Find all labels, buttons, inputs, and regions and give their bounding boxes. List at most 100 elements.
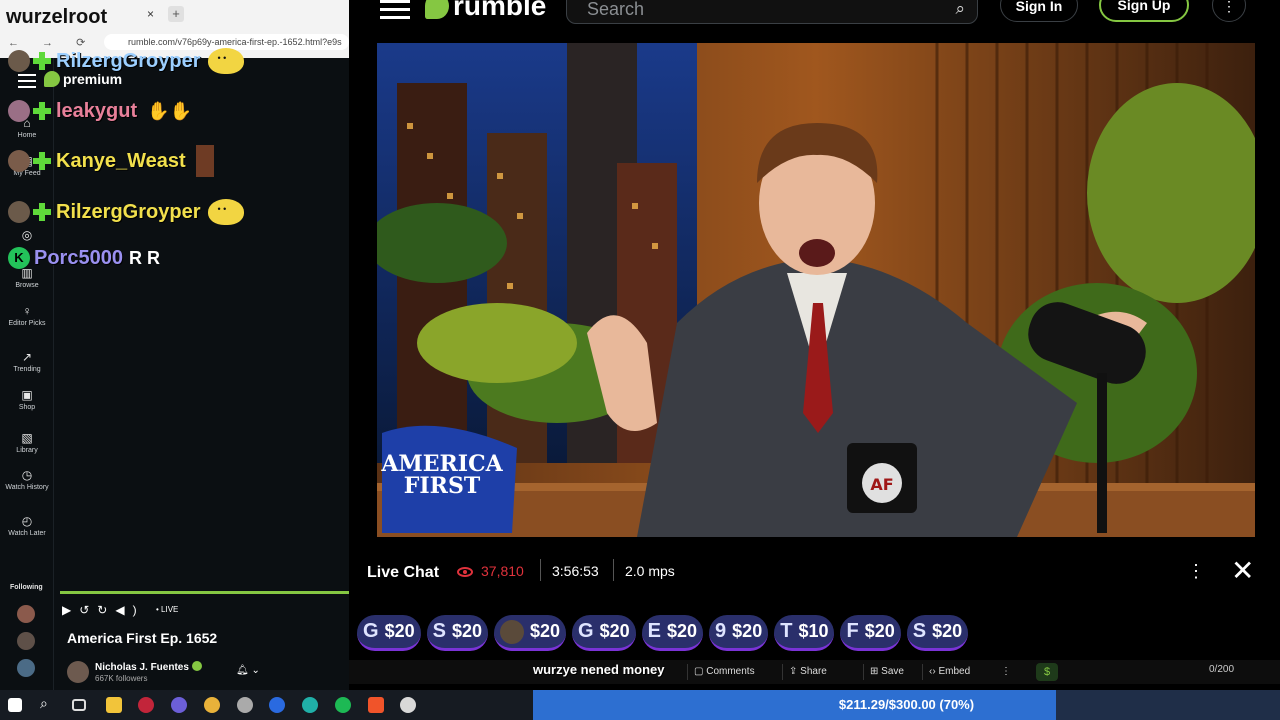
search-input[interactable]: Search ⌕ <box>566 0 978 24</box>
browser-tab-title[interactable]: wurzelroot <box>6 6 107 29</box>
editor-picks-icon: ♀ <box>22 304 32 318</box>
share-icon: ⇪ <box>789 666 801 677</box>
search-icon[interactable]: ⌕ <box>955 0 965 19</box>
following-avatar[interactable] <box>17 632 35 650</box>
rant-chip[interactable]: E $20 <box>641 615 704 651</box>
rant-chip[interactable]: S $20 <box>426 615 488 651</box>
volume-icon[interactable]: ◀) <box>115 603 144 617</box>
chat-username: Kanye_Weast <box>56 149 186 172</box>
bell-icon[interactable]: 🔔︎ ⌄ <box>236 665 260 676</box>
rant-initial: G <box>578 620 594 642</box>
actions-more-icon[interactable]: ⋮ <box>1001 664 1011 680</box>
app-icon[interactable] <box>400 697 416 713</box>
sidebar-item-watch-history[interactable]: ◷ Watch History <box>0 468 54 491</box>
embed-button[interactable]: ‹› Embed <box>922 664 976 680</box>
comments-button[interactable]: ▢ Comments <box>687 664 761 680</box>
rant-chip[interactable]: $20 <box>494 615 567 651</box>
chat-username: leakygut <box>56 99 138 122</box>
rant-chip[interactable]: 9 $20 <box>709 615 769 651</box>
overlay-chat-line: RilzergGroyper <box>8 44 245 78</box>
library-icon: ▧ <box>21 431 33 445</box>
sidebar-item-watch-later[interactable]: ◴ Watch Later <box>0 514 54 537</box>
avatar <box>8 50 30 72</box>
mug-text: AF <box>870 475 893 494</box>
plus-badge-icon <box>32 101 52 121</box>
video-player[interactable]: AMERICA FIRST AF <box>377 43 1255 537</box>
more-options-button[interactable]: ⋮ <box>1212 0 1246 22</box>
rant-dollar-button[interactable]: $ <box>1036 663 1058 681</box>
save-button[interactable]: ⊞ Save <box>863 664 910 680</box>
avatar <box>8 100 30 122</box>
watch-later-icon: ◴ <box>21 514 33 528</box>
following-avatar[interactable] <box>17 605 35 623</box>
sidebar-item-library[interactable]: ▧ Library <box>0 431 54 454</box>
chat-message: R R <box>128 247 160 268</box>
edge-icon[interactable] <box>302 697 318 713</box>
divider <box>540 559 541 581</box>
rant-amount: $20 <box>932 621 963 641</box>
mini-player-progress[interactable] <box>60 591 349 594</box>
obs-icon[interactable] <box>138 697 154 713</box>
rant-chip[interactable]: G $20 <box>572 615 636 651</box>
viewer-count: 37,810 <box>481 563 524 579</box>
file-explorer-icon[interactable] <box>106 697 122 713</box>
rumble-logo[interactable]: rumble <box>425 0 546 22</box>
spotify-icon[interactable] <box>335 697 351 713</box>
forward-icon[interactable]: ↻ <box>97 603 115 617</box>
chrome-icon[interactable] <box>204 697 220 713</box>
chat-more-icon[interactable]: ⋮ <box>1187 561 1205 582</box>
tab-close-icon[interactable]: × <box>147 7 154 21</box>
rant-amount: $20 <box>732 621 763 641</box>
live-chat-header: Live Chat 37,810 3:56:53 2.0 mps ⋮ ✕ <box>349 555 1280 595</box>
divider <box>613 559 614 581</box>
menu-icon[interactable] <box>380 0 410 24</box>
rant-chip[interactable]: F $20 <box>840 615 901 651</box>
donation-goal-bar: $211.29/$300.00 (70%) <box>533 690 1280 720</box>
avatar <box>8 201 30 223</box>
rant-chip[interactable]: T $10 <box>774 615 835 651</box>
share-button[interactable]: ⇪ Share <box>782 664 833 680</box>
live-chat-title: Live Chat <box>367 564 440 581</box>
sidebar-item-editor-picks[interactable]: ♀ Editor Picks <box>0 304 54 327</box>
overlay-chat-line: K Porc5000 R R <box>8 241 160 275</box>
rant-chip[interactable]: S $20 <box>906 615 969 651</box>
rant-initial: S <box>432 620 446 642</box>
channel-name[interactable]: Nicholas J. Fuentes <box>95 661 202 673</box>
rant-initial: E <box>647 620 661 642</box>
sidebar-item-trending[interactable]: ↗ Trending <box>0 350 54 373</box>
video-actions-row: wurzye nened money ▢ Comments ⇪ Share ⊞ … <box>349 660 1280 684</box>
search-placeholder: Search <box>587 0 645 19</box>
chat-close-icon[interactable]: ✕ <box>1231 554 1254 587</box>
search-icon[interactable]: ⌕ <box>40 695 56 711</box>
plus-badge-icon <box>32 202 52 222</box>
steam-icon[interactable] <box>269 697 285 713</box>
app-icon[interactable] <box>237 697 253 713</box>
task-view-icon[interactable] <box>72 699 86 711</box>
small-browser-window: wurzelroot × + ← → ⟳ ⌂ rumble.com/v76p69… <box>0 0 349 690</box>
brave-icon[interactable] <box>368 697 384 713</box>
channel-avatar[interactable] <box>67 661 89 683</box>
following-label: Following <box>10 584 43 591</box>
sign-up-button[interactable]: Sign Up <box>1099 0 1189 22</box>
rant-initial: S <box>912 620 927 642</box>
discord-icon[interactable] <box>171 697 187 713</box>
trending-icon: ↗ <box>21 350 33 364</box>
following-avatar[interactable] <box>17 659 35 677</box>
new-tab-button[interactable]: + <box>168 6 184 22</box>
rumble-header: rumble Search ⌕ Sign In Sign Up ⋮ <box>349 0 1280 28</box>
history-icon: ◷ <box>21 468 33 482</box>
comment-icon: ▢ <box>694 666 707 677</box>
play-icon[interactable]: ▶ <box>62 603 79 617</box>
mini-player-controls[interactable]: ▶↺↻◀) <box>62 603 145 617</box>
overlay-caption: wurzye nened money <box>533 662 665 677</box>
chat-username: Porc5000 <box>34 246 123 269</box>
eye-icon <box>457 567 473 577</box>
sign-in-button[interactable]: Sign In <box>1000 0 1078 22</box>
blob-emote-icon <box>208 48 245 74</box>
rant-chip[interactable]: G $20 <box>357 615 421 651</box>
target-icon: ◎ <box>21 228 33 242</box>
rant-chips: G $20 S $20 $20 G $20 E $20 9 $20 T $10 F $20 S… <box>357 615 969 653</box>
sidebar-item-shop[interactable]: ▣ Shop <box>0 388 54 411</box>
rewind-icon[interactable]: ↺ <box>79 603 97 617</box>
start-icon[interactable] <box>8 698 22 712</box>
